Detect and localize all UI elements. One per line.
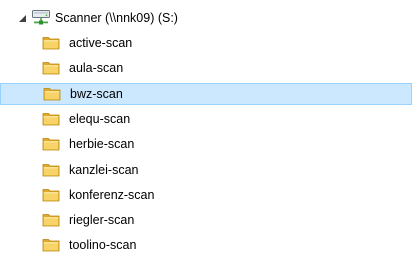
expanded-arrow-icon[interactable] xyxy=(18,13,28,23)
folder-icon xyxy=(42,110,60,126)
tree-item-folder[interactable]: bwz-scan xyxy=(0,83,412,105)
folder-label: active-scan xyxy=(69,36,133,50)
folder-icon xyxy=(42,186,60,202)
tree-item-folder[interactable]: konferenz-scan xyxy=(0,184,412,206)
navigation-tree: Scanner (\\nnk09) (S:) active-scan aula-s… xyxy=(0,0,414,260)
network-drive-icon xyxy=(31,8,51,26)
folder-label: aula-scan xyxy=(69,61,124,75)
folder-icon xyxy=(42,236,60,252)
folder-label: herbie-scan xyxy=(69,137,135,151)
tree-item-folder[interactable]: elequ-scan xyxy=(0,108,412,130)
folder-icon xyxy=(42,161,60,177)
folder-label: bwz-scan xyxy=(70,87,123,101)
folder-label: elequ-scan xyxy=(69,112,131,126)
folder-icon xyxy=(42,135,60,151)
tree-item-folder[interactable]: active-scan xyxy=(0,32,412,54)
folder-label: konferenz-scan xyxy=(69,188,155,202)
tree-item-folder[interactable]: herbie-scan xyxy=(0,133,412,155)
folder-icon xyxy=(42,34,60,50)
folder-label: kanzlei-scan xyxy=(69,163,139,177)
tree-item-folder[interactable]: kanzlei-scan xyxy=(0,159,412,181)
folder-label: riegler-scan xyxy=(69,213,135,227)
folder-icon xyxy=(42,211,60,227)
tree-item-folder[interactable]: toolino-scan xyxy=(0,234,412,256)
folder-label: toolino-scan xyxy=(69,238,137,252)
tree-item-scanner-drive[interactable]: Scanner (\\nnk09) (S:) xyxy=(0,7,412,29)
tree-item-folder[interactable]: aula-scan xyxy=(0,57,412,79)
tree-item-folder[interactable]: riegler-scan xyxy=(0,209,412,231)
folder-icon xyxy=(42,59,60,75)
folder-icon xyxy=(43,85,61,101)
drive-label: Scanner (\\nnk09) (S:) xyxy=(55,11,178,25)
